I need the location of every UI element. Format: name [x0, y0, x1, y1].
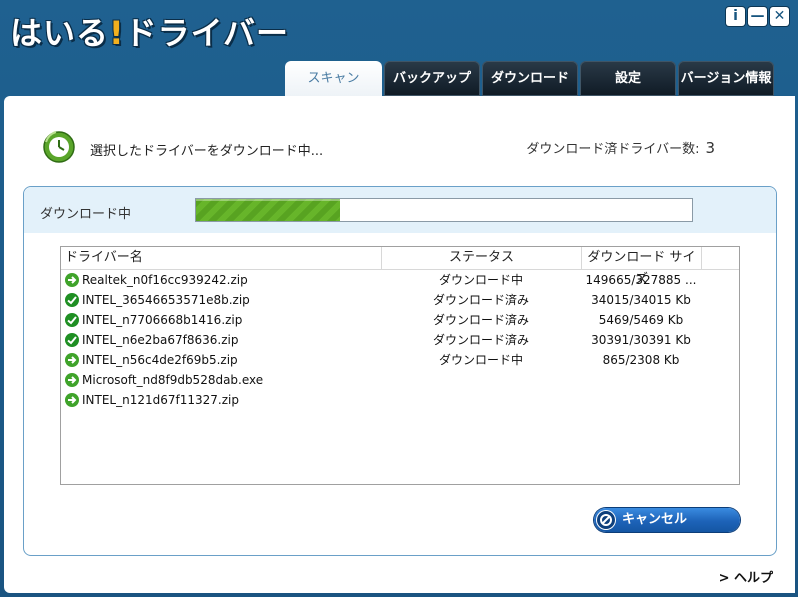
check-icon [65, 293, 79, 307]
driver-size: 34015/34015 Kb [591, 293, 691, 307]
tab-settings[interactable]: 設定 [580, 61, 676, 96]
table-row[interactable]: INTEL_36546653571e8b.zip ダウンロード済み 34015/34… [61, 290, 739, 310]
arrow-right-icon [65, 273, 79, 287]
table-row[interactable]: INTEL_n121d67f11327.zip [61, 390, 739, 410]
table-row[interactable]: INTEL_n7706668b1416.zip ダウンロード済み 5469/5469… [61, 310, 739, 330]
cancel-button[interactable]: キャンセル [594, 508, 740, 532]
driver-status: ダウンロード済み [432, 313, 529, 327]
driver-status [381, 390, 581, 410]
download-progress-bar [195, 198, 693, 222]
info-button[interactable]: i [726, 7, 745, 26]
minimize-button[interactable]: — [748, 7, 767, 26]
table-row[interactable]: Realtek_n0f16cc939242.zip ダウンロード中 149665/3… [61, 270, 739, 290]
close-button[interactable]: ✕ [770, 7, 789, 26]
tab-version-info[interactable]: バージョン情報 [678, 61, 774, 96]
downloaded-count-label: ダウンロード済ドライバー数: [526, 142, 700, 157]
download-label: ダウンロード中 [40, 207, 132, 222]
driver-status [381, 370, 581, 390]
column-header-size[interactable]: ダウンロード サイズ [582, 247, 702, 287]
driver-name-cell: INTEL_36546653571e8b.zip [65, 290, 381, 310]
driver-name: INTEL_n7706668b1416.zip [82, 313, 243, 327]
table-row[interactable]: INTEL_n6e2ba67f8636.zip ダウンロード済み 30391/303… [61, 330, 739, 350]
downloaded-count: ダウンロード済ドライバー数: 3 [526, 138, 715, 157]
driver-name-cell: INTEL_n6e2ba67f8636.zip [65, 330, 381, 350]
column-header-status[interactable]: ステータス [382, 247, 582, 269]
download-panel: ダウンロード中 ドライバー名 ステータス ダウンロード サイズ Realtek_… [23, 186, 777, 556]
driver-name: Microsoft_nd8f9db528dab.exe [82, 373, 264, 387]
driver-name-cell: INTEL_n121d67f11327.zip [65, 390, 381, 410]
driver-name: INTEL_36546653571e8b.zip [82, 293, 250, 307]
driver-list: ドライバー名 ステータス ダウンロード サイズ Realtek_n0f16cc9… [60, 246, 740, 485]
driver-size: 865/2308 Kb [602, 353, 680, 367]
cancel-label: キャンセル [622, 512, 688, 527]
driver-name-cell: INTEL_n7706668b1416.zip [65, 310, 381, 330]
driver-name: INTEL_n121d67f11327.zip [82, 393, 239, 407]
tab-download[interactable]: ダウンロード [482, 61, 578, 96]
tab-scan[interactable]: スキャン [285, 61, 382, 96]
driver-status: ダウンロード済み [432, 333, 529, 347]
driver-status: ダウンロード中 [438, 353, 523, 367]
status-text: 選択したドライバーをダウンロード中... [90, 143, 324, 159]
driver-status: ダウンロード中 [438, 273, 523, 287]
driver-list-header: ドライバー名 ステータス ダウンロード サイズ [61, 247, 739, 287]
app-window: はいる!ドライバー i — ✕ スキャン バックアップ ダウンロード 設定 バー… [0, 0, 798, 597]
column-header-driver-name[interactable]: ドライバー名 [61, 247, 382, 269]
arrow-right-icon [65, 353, 79, 367]
driver-size [581, 390, 701, 410]
cancel-icon [597, 511, 615, 529]
driver-name-cell: Microsoft_nd8f9db528dab.exe [65, 370, 381, 390]
status-row: 選択したドライバーをダウンロード中... [42, 130, 323, 168]
driver-size: 5469/5469 Kb [598, 313, 684, 327]
download-progress-fill [196, 199, 340, 221]
driver-size: 149665/327885 ... [585, 273, 697, 287]
driver-size [581, 370, 701, 390]
downloaded-count-value: 3 [705, 139, 715, 157]
driver-name: INTEL_n56c4de2f69b5.zip [82, 353, 238, 367]
driver-size: 30391/30391 Kb [591, 333, 691, 347]
check-icon [65, 333, 79, 347]
arrow-right-icon [65, 393, 79, 407]
app-logo: はいる!ドライバー [10, 14, 289, 52]
main-content: 選択したドライバーをダウンロード中... ダウンロード済ドライバー数: 3 ダウン… [4, 96, 795, 593]
tab-backup[interactable]: バックアップ [384, 61, 480, 96]
check-icon [65, 313, 79, 327]
driver-name: Realtek_n0f16cc939242.zip [82, 273, 248, 287]
download-progress-area: ダウンロード中 [24, 187, 776, 233]
driver-name: INTEL_n6e2ba67f8636.zip [82, 333, 239, 347]
driver-name-cell: Realtek_n0f16cc939242.zip [65, 270, 381, 290]
tab-bar: スキャン バックアップ ダウンロード 設定 バージョン情報 [285, 61, 776, 96]
arrow-right-icon [65, 373, 79, 387]
table-row[interactable]: Microsoft_nd8f9db528dab.exe [61, 370, 739, 390]
driver-name-cell: INTEL_n56c4de2f69b5.zip [65, 350, 381, 370]
driver-status: ダウンロード済み [432, 293, 529, 307]
table-row[interactable]: INTEL_n56c4de2f69b5.zip ダウンロード中 865/2308 K… [61, 350, 739, 370]
help-link[interactable]: > ヘルプ [719, 567, 773, 586]
download-clock-icon [42, 130, 76, 168]
